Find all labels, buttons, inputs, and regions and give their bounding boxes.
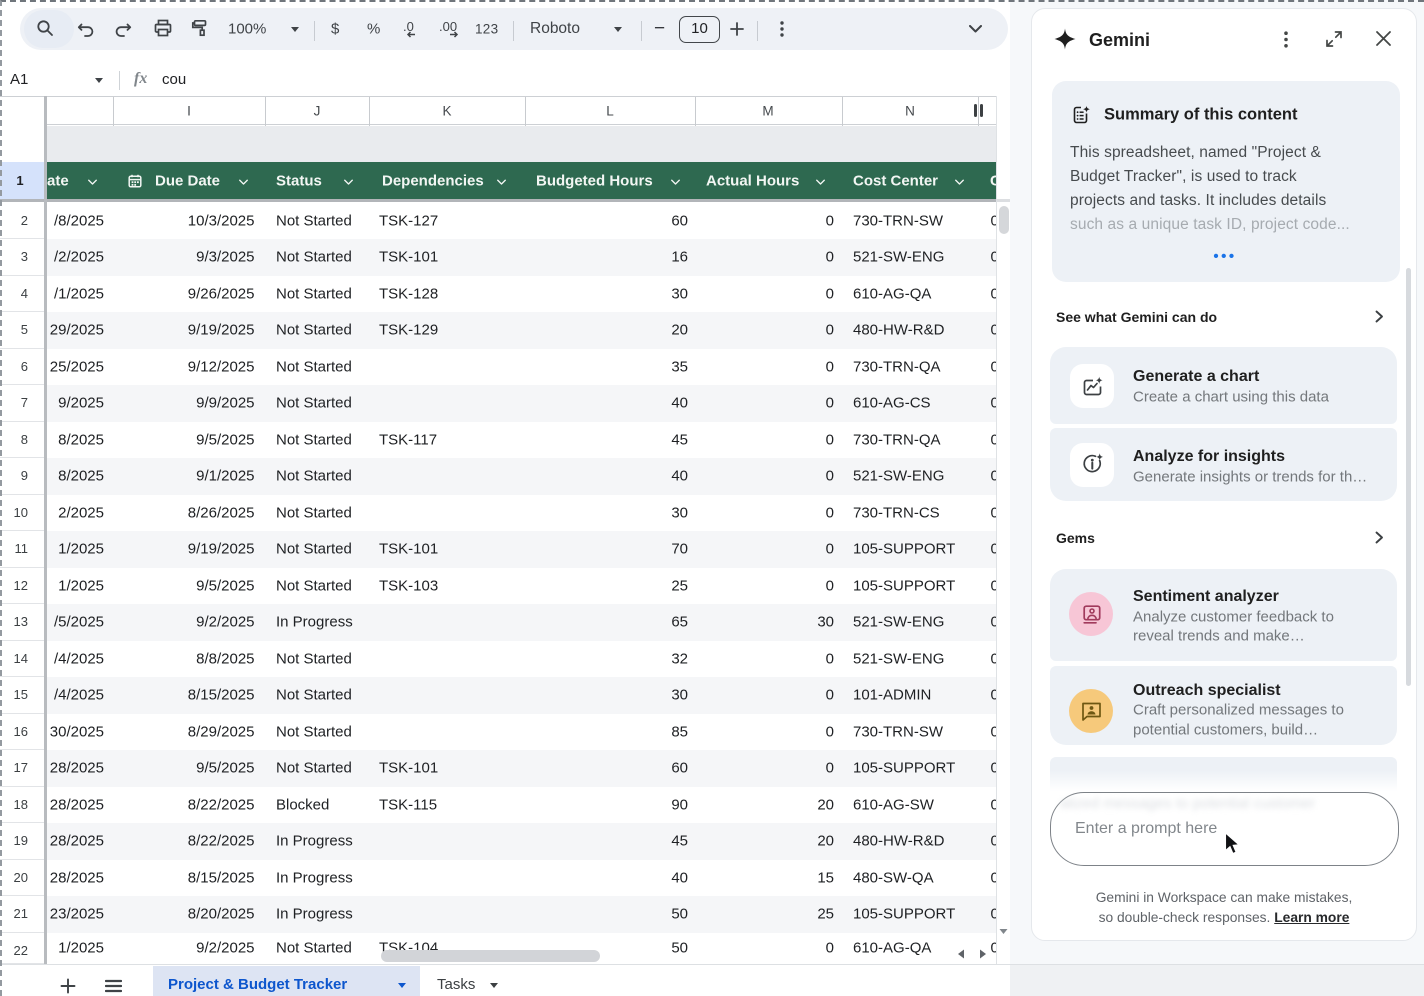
svg-text:.00: .00	[439, 21, 457, 34]
svg-text:.0: .0	[403, 21, 414, 34]
